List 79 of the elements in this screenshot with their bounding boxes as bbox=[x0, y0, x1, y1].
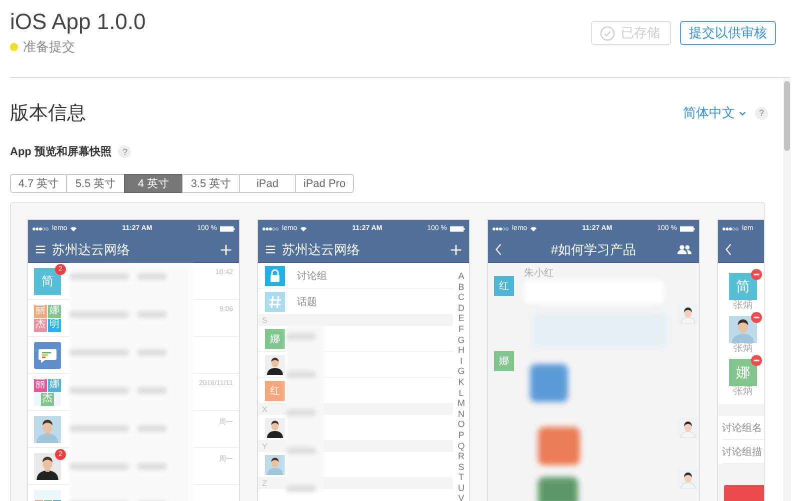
member-name: 张炳 bbox=[732, 386, 754, 398]
plus-icon[interactable] bbox=[220, 244, 232, 256]
check-circle-icon bbox=[600, 26, 615, 40]
index-letter[interactable]: G bbox=[458, 366, 465, 377]
index-letter[interactable]: P bbox=[458, 430, 464, 440]
index-letter[interactable]: M bbox=[458, 398, 465, 409]
index-letter[interactable]: D bbox=[458, 302, 464, 314]
member-name: 张炳 bbox=[732, 343, 754, 355]
index-letter[interactable]: S bbox=[458, 462, 464, 472]
back-icon[interactable] bbox=[495, 243, 502, 256]
letter-avatar: 简 bbox=[729, 273, 757, 300]
section-title: 版本信息 bbox=[10, 102, 86, 126]
battery-icon bbox=[220, 226, 235, 232]
index-letter[interactable]: V bbox=[458, 493, 464, 501]
signal-icon bbox=[492, 226, 509, 230]
battery-icon bbox=[450, 226, 465, 232]
help-button[interactable]: ? bbox=[755, 106, 768, 120]
language-dropdown[interactable]: 简体中文 bbox=[683, 104, 747, 122]
size-tab[interactable]: iPad Pro bbox=[295, 174, 354, 193]
signal-icon bbox=[32, 226, 49, 230]
battery-icon bbox=[680, 226, 695, 232]
section-letter: X bbox=[262, 405, 268, 414]
index-letter[interactable]: L bbox=[458, 388, 464, 398]
wifi-icon bbox=[300, 226, 308, 232]
index-letter[interactable]: E bbox=[458, 313, 464, 324]
letter-avatar: 娜 bbox=[729, 359, 757, 386]
index-letter[interactable]: O bbox=[458, 419, 465, 430]
back-icon[interactable] bbox=[725, 243, 732, 256]
index-letter[interactable]: Q bbox=[458, 440, 465, 452]
signal-icon bbox=[262, 226, 279, 230]
index-letter[interactable]: T bbox=[458, 472, 464, 483]
index-letter[interactable]: A bbox=[458, 271, 464, 282]
contact-group-label[interactable]: 话题 bbox=[297, 294, 317, 308]
wifi-icon bbox=[530, 226, 538, 232]
signal-icon bbox=[722, 226, 739, 230]
remove-icon[interactable] bbox=[751, 355, 762, 366]
section-letter: S bbox=[262, 316, 268, 325]
member-name: 张炳 bbox=[732, 300, 754, 312]
letter-avatar: 娜 bbox=[494, 351, 514, 371]
letter-avatar: 娜 bbox=[265, 328, 285, 348]
size-tab[interactable]: 4.7 英寸 bbox=[10, 174, 67, 193]
index-letter[interactable]: U bbox=[458, 482, 464, 494]
status-label: 准备提交 bbox=[23, 38, 75, 56]
remove-icon[interactable] bbox=[751, 269, 762, 280]
group-avatar: 丽 娜 杰 bbox=[34, 378, 61, 406]
contact-group-label[interactable]: 讨论组 bbox=[297, 268, 327, 282]
letter-avatar: 红 bbox=[494, 276, 514, 296]
plus-icon[interactable] bbox=[450, 244, 462, 256]
index-letter[interactable]: B bbox=[458, 282, 464, 292]
size-tab[interactable]: 5.5 英寸 bbox=[66, 174, 125, 193]
index-letter[interactable]: K bbox=[458, 376, 464, 388]
menu-icon[interactable] bbox=[35, 244, 46, 255]
section-letter: Z bbox=[262, 479, 267, 488]
group-avatar: 丽 娜 杰 明 bbox=[34, 304, 61, 332]
index-letter[interactable]: I bbox=[460, 356, 462, 366]
people-icon[interactable] bbox=[677, 244, 692, 255]
size-tab[interactable]: iPad bbox=[239, 174, 296, 193]
index-letter[interactable]: R bbox=[458, 451, 464, 462]
size-tab[interactable]: 3.5 英寸 bbox=[182, 174, 240, 193]
submit-button[interactable]: 提交以供审核 bbox=[680, 21, 776, 45]
section-letter: Y bbox=[262, 442, 268, 451]
nav-title: 苏州达云网络 bbox=[52, 240, 130, 258]
letter-avatar: 红 bbox=[265, 380, 285, 400]
nav-title: #如何学习产品 bbox=[550, 240, 636, 258]
scrollbar[interactable] bbox=[783, 78, 791, 501]
index-letter[interactable]: C bbox=[458, 292, 464, 303]
index-letter[interactable]: N bbox=[458, 408, 464, 420]
menu-icon[interactable] bbox=[265, 244, 276, 255]
index-letter[interactable]: G bbox=[458, 334, 465, 346]
sender-name: 朱小红 bbox=[524, 268, 555, 279]
size-tab[interactable]: 4 英寸 bbox=[124, 174, 183, 193]
index-letter[interactable]: H bbox=[458, 345, 464, 356]
nav-title: 苏州达云网络 bbox=[282, 240, 360, 258]
app-title: iOS App 1.0.0 bbox=[10, 9, 146, 35]
index-letter[interactable]: F bbox=[458, 324, 464, 335]
help-button[interactable]: ? bbox=[118, 145, 132, 158]
media-heading: App 预览和屏幕快照 bbox=[10, 144, 112, 159]
wifi-icon bbox=[70, 226, 78, 232]
remove-icon[interactable] bbox=[751, 312, 762, 323]
